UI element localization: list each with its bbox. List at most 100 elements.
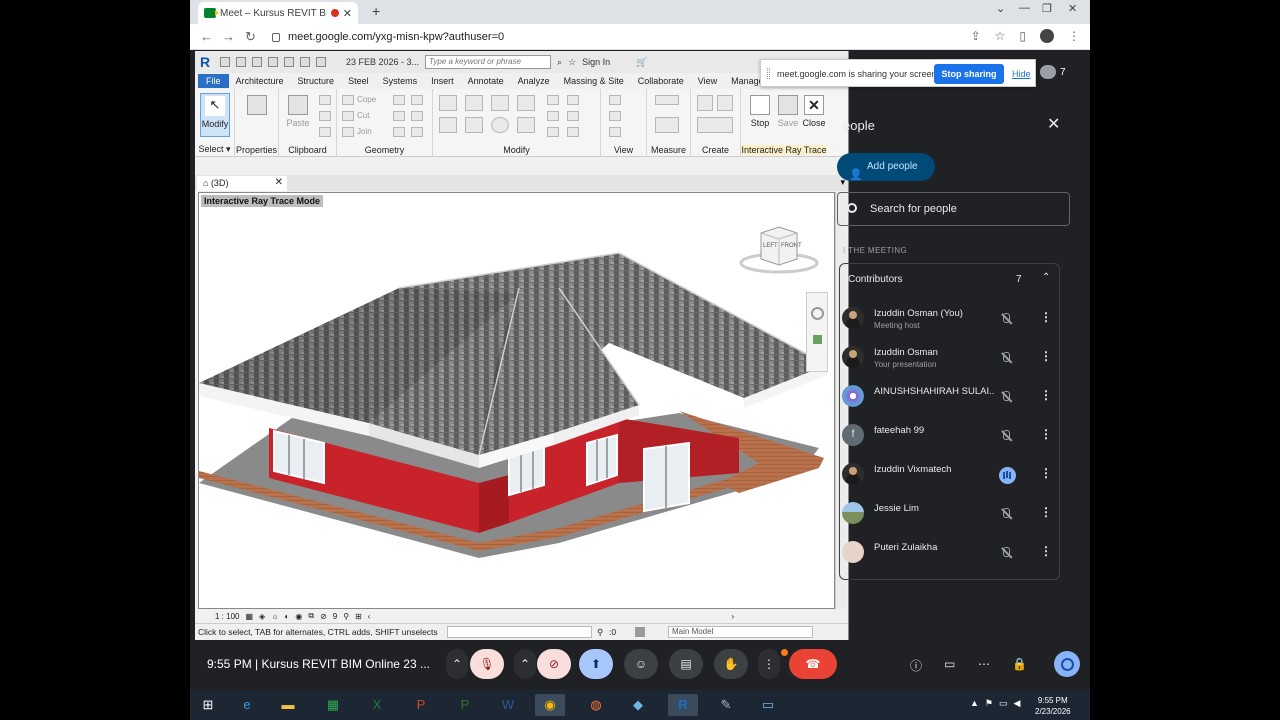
add-people-button[interactable]: 👤 Add people (837, 153, 935, 181)
join-icon[interactable] (342, 127, 354, 137)
profile-avatar[interactable] (1040, 29, 1054, 43)
split-icon[interactable] (547, 95, 559, 105)
stop-sharing-button[interactable]: Stop sharing (934, 64, 1004, 84)
excel-icon[interactable]: X (362, 694, 392, 716)
visual-style-icon[interactable]: ◈ (259, 612, 265, 621)
override-icon[interactable] (609, 111, 621, 121)
worksharing-icon[interactable]: ⊞ (355, 612, 362, 621)
sync-icon[interactable] (252, 57, 262, 67)
tab-search-icon[interactable]: ⌄ (996, 2, 1005, 15)
forward-icon[interactable]: → (222, 29, 235, 44)
undo-icon[interactable] (268, 57, 278, 67)
open-icon[interactable] (220, 57, 230, 67)
more-options-icon[interactable]: ⋮ (1040, 388, 1052, 402)
tab-massing-site[interactable]: Massing & Site (557, 76, 631, 86)
rotate-icon[interactable] (491, 117, 509, 133)
3d-viewport[interactable]: Interactive Ray Trace Mode FRONT LEFT (198, 192, 835, 609)
cope-icon[interactable] (342, 95, 354, 105)
align-icon[interactable] (439, 95, 457, 111)
participant-row[interactable]: Izuddin Osman (You) Meeting host ⋮ (840, 300, 1059, 339)
tab-systems[interactable]: Systems (376, 76, 425, 86)
geometry-tool-icon[interactable] (411, 111, 423, 121)
contributors-header[interactable]: Contributors 7 ⌃ (848, 272, 1053, 285)
geometry-tool-icon[interactable] (393, 111, 405, 121)
copy-clip-icon[interactable] (319, 111, 331, 121)
panel-select-label[interactable]: Select ▾ (195, 144, 234, 155)
tray-expand-icon[interactable]: ▲ (970, 698, 979, 709)
side-panel-icon[interactable]: ▯ (1019, 29, 1026, 43)
chevron-up-icon[interactable]: ⌃ (1042, 272, 1050, 283)
leave-call-button[interactable]: ☎ (789, 649, 837, 679)
navigation-bar[interactable] (806, 292, 828, 372)
linework-icon[interactable] (609, 127, 621, 137)
participant-row[interactable]: Izuddin Osman Your presentation ⋮ (840, 339, 1059, 378)
sign-in-link[interactable]: Sign In (582, 57, 610, 67)
mirror-icon[interactable] (491, 95, 509, 111)
participants-indicator[interactable]: 7 (1040, 65, 1066, 79)
cut-geometry-icon[interactable] (342, 111, 354, 121)
temp-hide-icon[interactable]: ⊘ (320, 612, 327, 621)
modify-button[interactable]: ↖ Modify (200, 93, 230, 137)
url-field[interactable]: meet.google.com/yxg-misn-kpw?authuser=0 (272, 28, 962, 46)
redo-icon[interactable] (284, 57, 294, 67)
tab-insert[interactable]: Insert (424, 76, 461, 86)
revit-taskbar-icon[interactable]: R (668, 694, 698, 716)
more-options-button[interactable]: ⋮ (758, 649, 780, 679)
browser-tab-meet[interactable]: Meet – Kursus REVIT BIM Onl ✕ (198, 2, 358, 24)
tray-volume-icon[interactable]: ◀ (1014, 698, 1021, 709)
minimize-icon[interactable]: — (1019, 2, 1030, 14)
paste-button[interactable]: Paste (283, 93, 313, 137)
tab-structure[interactable]: Structure (291, 76, 342, 86)
tray-flag-icon[interactable]: ⚑ (985, 698, 993, 709)
render-icon[interactable]: ◉ (295, 612, 302, 621)
drag-handle-icon[interactable] (767, 68, 770, 79)
editable-only-icon[interactable] (635, 627, 645, 637)
firefox-icon[interactable]: ◍ (581, 694, 611, 716)
video-options-chevron-icon[interactable]: ⌃ (514, 649, 536, 679)
captions-button[interactable]: ▤ (669, 649, 703, 679)
mirror-draw-icon[interactable] (517, 95, 535, 111)
project-icon[interactable]: P (450, 694, 480, 716)
maximize-icon[interactable]: ❐ (1042, 2, 1052, 15)
create-parts-icon[interactable] (697, 117, 733, 133)
tab-collaborate[interactable]: Collaborate (631, 76, 691, 86)
array-icon[interactable] (567, 95, 579, 105)
emoji-reactions-button[interactable]: ☺ (624, 649, 658, 679)
dimension-icon[interactable] (655, 117, 679, 133)
more-options-icon[interactable]: ⋮ (1040, 310, 1052, 324)
close-ray-trace-button[interactable]: ✕ Close (799, 93, 829, 137)
delete-icon[interactable] (567, 127, 579, 137)
move-icon[interactable] (439, 117, 457, 133)
crop-icon[interactable]: ⧉ (308, 611, 314, 621)
shadows-icon[interactable]: ◐ (285, 612, 290, 621)
more-options-icon[interactable]: ⋮ (1040, 505, 1052, 519)
meeting-details-icon[interactable]: ⓘ (910, 657, 922, 674)
taskbar-clock[interactable]: 9:55 PM 2/23/2026 (1035, 695, 1071, 717)
close-tab-icon[interactable]: ✕ (343, 7, 352, 20)
participant-row[interactable]: AINUSHSHAHIRAH SULAI... ⋮ (840, 378, 1059, 417)
scroll-right-icon[interactable]: › (731, 612, 734, 621)
model-dropdown[interactable]: Main Model (668, 626, 813, 638)
detail-level-icon[interactable]: ▦ (245, 612, 253, 621)
unpin-icon[interactable] (547, 127, 559, 137)
bookmark-star-icon[interactable]: ☆ (995, 29, 1006, 43)
tab-file[interactable]: File (198, 74, 229, 88)
tab-view[interactable]: View (691, 76, 724, 86)
sun-path-icon[interactable]: ☼ (271, 612, 278, 621)
back-icon[interactable]: ← (200, 29, 213, 44)
kebab-menu-icon[interactable]: ⋮ (1068, 29, 1080, 43)
ie-icon[interactable]: e (232, 694, 262, 716)
participant-row[interactable]: Puteri Zulaikha ⋮ (840, 534, 1059, 573)
paint-icon[interactable]: ✎ (711, 694, 741, 716)
activities-icon[interactable]: ⋯ (978, 657, 990, 671)
cart-icon[interactable]: 🛒 (636, 57, 647, 68)
scale-icon[interactable] (547, 111, 559, 121)
measure-qat-icon[interactable] (316, 57, 326, 67)
keyword-search-input[interactable]: Type a keyword or phrase (425, 55, 552, 69)
scale-label[interactable]: 1 : 100 (215, 612, 239, 621)
gsheets-icon[interactable]: ▦ (318, 694, 348, 716)
filter-icon[interactable]: ⚲ (597, 627, 603, 638)
offset-icon[interactable] (465, 95, 483, 111)
reveal-icon[interactable]: ⚲ (343, 612, 349, 621)
create-assembly-icon[interactable] (717, 95, 733, 111)
